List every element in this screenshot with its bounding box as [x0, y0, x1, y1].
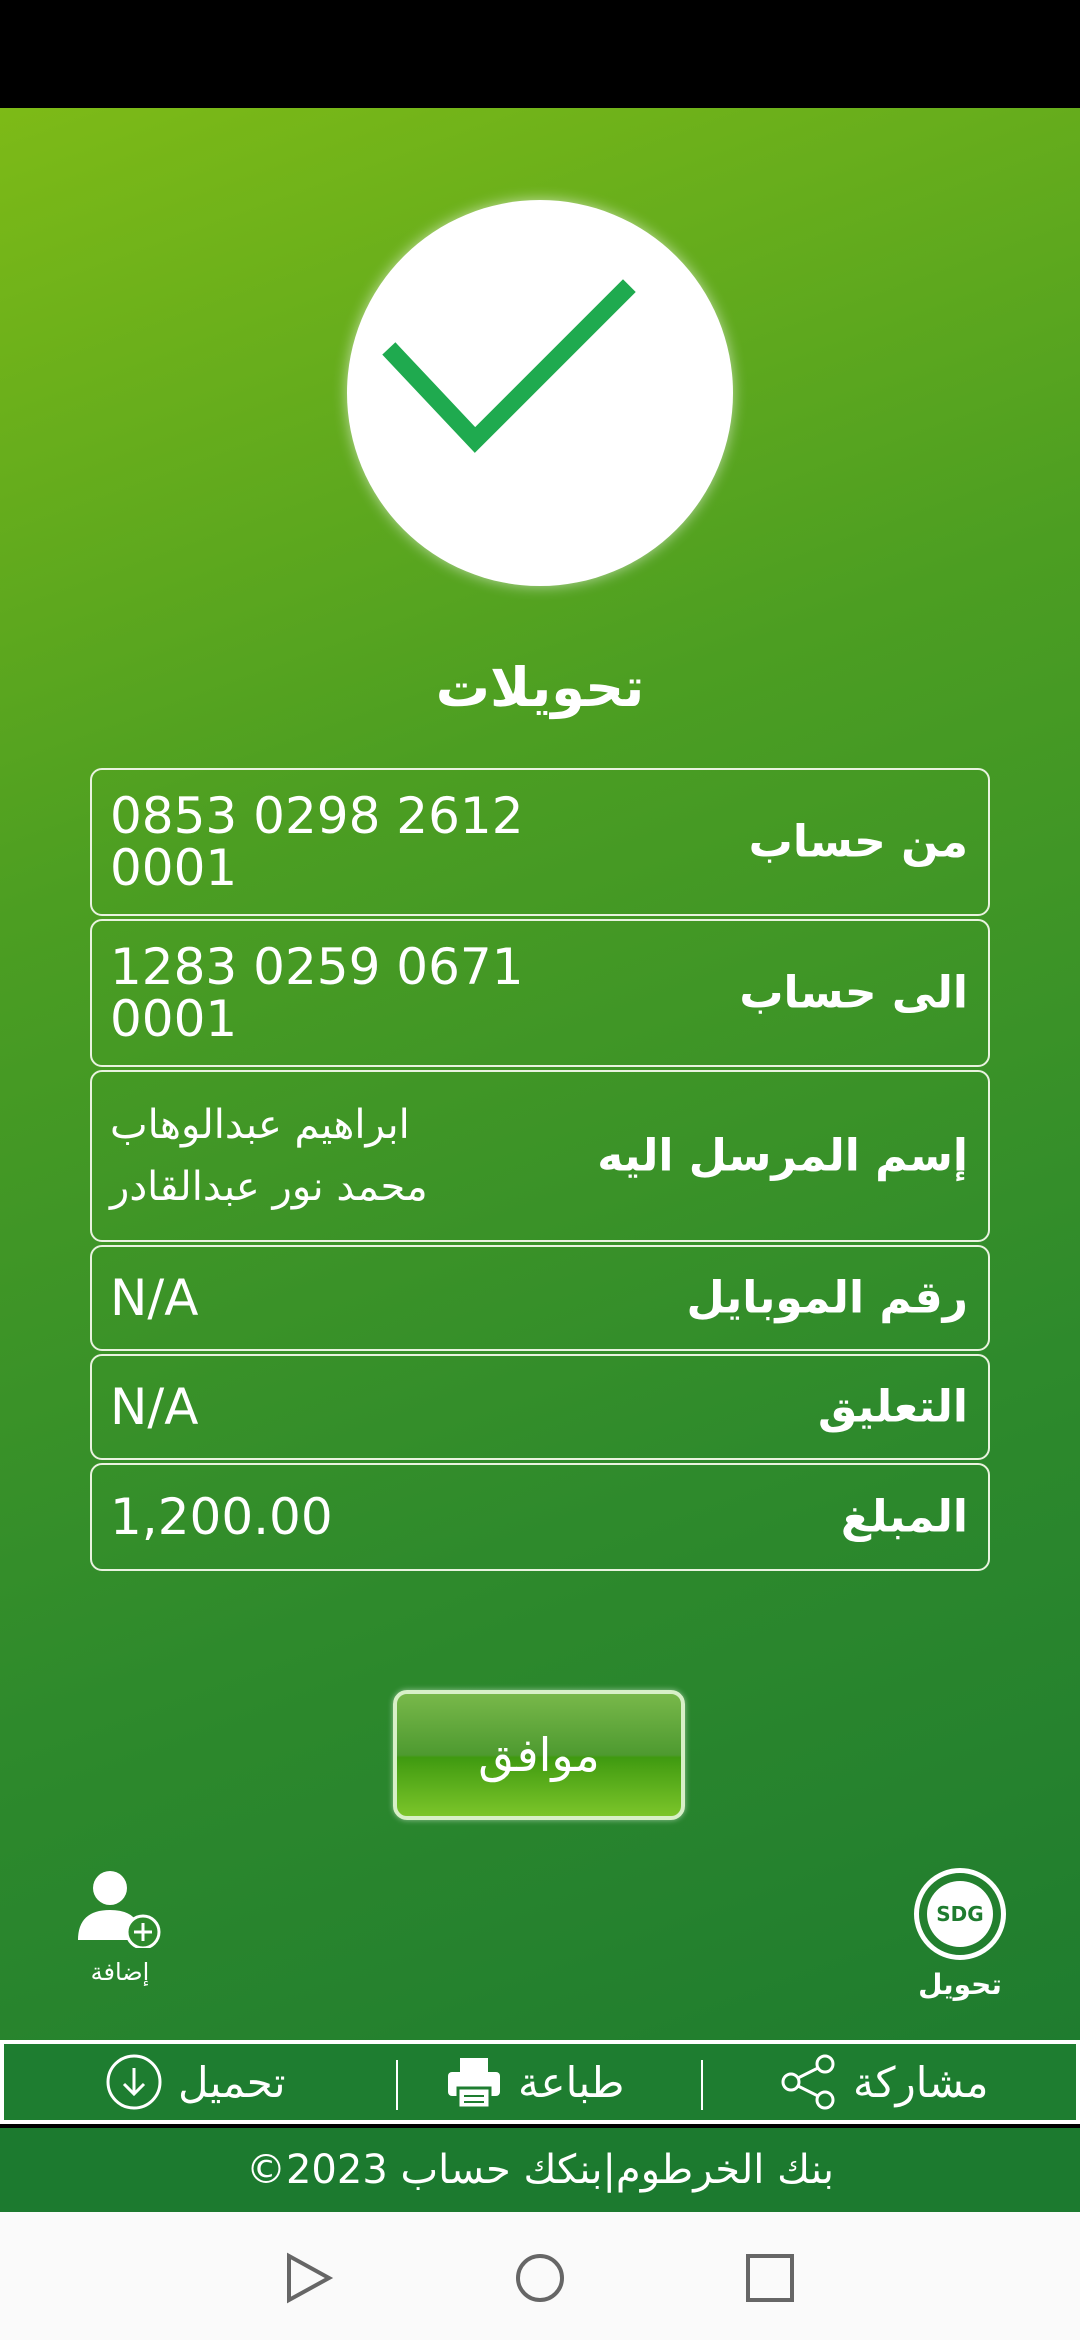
ok-button[interactable]: موافق	[393, 1690, 685, 1820]
download-button[interactable]: تحميل	[104, 2044, 286, 2120]
to-account-label: الى حساب	[739, 967, 968, 1019]
print-label: طباعة	[518, 2057, 625, 2107]
add-user-icon	[78, 1871, 161, 1950]
comment-label: التعليق	[818, 1381, 968, 1433]
recents-icon[interactable]	[744, 2252, 796, 2304]
to-account-value: 1283 0259 0671 0001	[110, 938, 524, 1048]
action-divider	[396, 2060, 398, 2110]
transfer-receipt-screen: تحويلات 0853 0298 2612 0001 من حساب 1283…	[0, 108, 1080, 2043]
add-contact-button[interactable]: إضافة	[70, 1868, 170, 1986]
add-contact-label: إضافة	[90, 1958, 150, 1986]
page-title: تحويلات	[435, 656, 645, 719]
comment-row: N/A التعليق	[90, 1354, 990, 1460]
from-account-label: من حساب	[748, 816, 968, 868]
back-icon[interactable]	[283, 2252, 335, 2304]
recipient-name-value: ابراهيم عبدالوهاب محمد نور عبدالقادر	[110, 1102, 428, 1210]
recipient-name-label: إسم المرسل اليه	[597, 1130, 968, 1182]
from-account-row: 0853 0298 2612 0001 من حساب	[90, 768, 990, 916]
from-account-value: 0853 0298 2612 0001	[110, 787, 524, 897]
to-account-row: 1283 0259 0671 0001 الى حساب	[90, 919, 990, 1067]
share-button[interactable]: مشاركة	[779, 2044, 989, 2120]
download-label: تحميل	[178, 2057, 286, 2107]
android-nav-bar	[0, 2212, 1080, 2340]
transfer-label: تحويل	[918, 1968, 1002, 2001]
share-icon	[781, 2054, 835, 2110]
amount-value: 1,200.00	[110, 1488, 333, 1546]
sdg-icon: SDG	[914, 1868, 1006, 1960]
recipient-name-row: ابراهيم عبدالوهاب محمد نور عبدالقادر إسم…	[90, 1070, 990, 1242]
share-label: مشاركة	[853, 2057, 989, 2107]
printer-icon	[448, 2058, 500, 2110]
sdg-badge: SDG	[927, 1881, 993, 1947]
comment-value: N/A	[110, 1378, 199, 1436]
home-icon[interactable]	[514, 2252, 566, 2304]
action-bar: تحميل طباعة مشاركة	[0, 2040, 1080, 2124]
sdg-transfer-button[interactable]: SDG تحويل	[905, 1868, 1015, 2001]
footer-copyright: ©2023 بنك الخرطوم|بنكك حساب	[0, 2128, 1080, 2212]
action-divider	[701, 2060, 703, 2110]
mobile-value: N/A	[110, 1269, 199, 1327]
amount-label: المبلغ	[840, 1491, 968, 1543]
transfer-details: 0853 0298 2612 0001 من حساب 1283 0259 06…	[90, 768, 990, 1574]
success-check-icon	[347, 200, 733, 586]
download-icon	[106, 2054, 162, 2110]
print-button[interactable]: طباعة	[444, 2044, 624, 2120]
amount-row: 1,200.00 المبلغ	[90, 1463, 990, 1571]
mobile-row: N/A رقم الموبايل	[90, 1245, 990, 1351]
mobile-label: رقم الموبايل	[686, 1272, 969, 1324]
status-bar	[0, 0, 1080, 108]
